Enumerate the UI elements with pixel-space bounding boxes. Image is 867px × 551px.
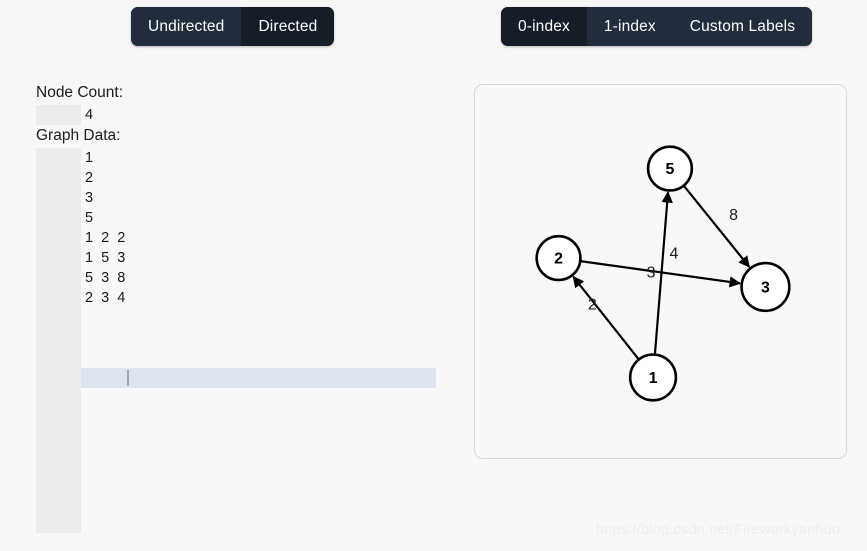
index-toggle-custom-labels[interactable]: Custom Labels <box>672 7 813 46</box>
node-count-code-area[interactable]: 4 <box>81 105 436 125</box>
index-mode-toggle-group: 0-index 1-index Custom Labels <box>501 7 813 46</box>
node-count-input[interactable]: 4 <box>36 105 436 125</box>
graph-node-label: 5 <box>666 161 675 178</box>
code-line: 5 3 8 <box>85 270 126 286</box>
graph-node-label: 1 <box>649 370 658 387</box>
graph-node[interactable]: 1 <box>628 353 678 402</box>
graph-node-label: 3 <box>761 279 770 296</box>
graph-edge <box>683 185 751 268</box>
edge-weight-label: 4 <box>669 246 678 263</box>
graph-canvas[interactable]: 2438 5231 <box>475 85 846 458</box>
graph-data-code-area[interactable]: 1 2 3 5 1 2 2 1 5 3 5 3 8 2 3 4 <box>81 148 436 533</box>
graph-mode-toggle-group: Undirected Directed <box>131 7 335 46</box>
code-line: 1 5 3 <box>85 250 126 266</box>
input-pane: Node Count: 4 Graph Data: 1 2 3 5 1 2 2 1 5 3… <box>36 82 436 533</box>
mode-toggle-directed[interactable]: Directed <box>241 7 335 46</box>
graph-data-label: Graph Data: <box>36 127 121 144</box>
active-line-highlight <box>81 368 436 388</box>
edge-weight-label: 2 <box>588 296 597 313</box>
index-toggle-1-index[interactable]: 1-index <box>586 7 673 46</box>
app-root: Undirected Directed 0-index 1-index Cust… <box>0 0 867 551</box>
code-line: 1 <box>85 150 94 166</box>
code-line: 3 <box>85 190 94 206</box>
graph-data-lines: 1 2 3 5 1 2 2 1 5 3 5 3 8 2 3 4 <box>85 148 436 308</box>
node-count-gutter <box>36 105 81 125</box>
code-line: 1 2 2 <box>85 230 126 246</box>
graph-data-input[interactable]: 1 2 3 5 1 2 2 1 5 3 5 3 8 2 3 4 <box>36 148 436 533</box>
graph-node-label: 2 <box>554 251 563 268</box>
code-line: 5 <box>85 210 94 226</box>
graph-node[interactable]: 5 <box>646 145 694 192</box>
node-count-value: 4 <box>85 107 94 123</box>
index-toggle-0-index[interactable]: 0-index <box>501 7 587 46</box>
graph-edge <box>572 275 640 360</box>
text-caret <box>127 370 129 386</box>
graph-data-gutter <box>36 148 81 533</box>
watermark: https://blog.csdn.net/Fireworkyanhuo <box>596 522 841 538</box>
code-line: 2 <box>85 170 94 186</box>
graph-node[interactable]: 2 <box>535 234 582 282</box>
code-line: 2 3 4 <box>85 290 126 306</box>
graph-node[interactable]: 3 <box>740 261 791 313</box>
edge-weight-label: 8 <box>729 207 738 224</box>
edges-layer <box>572 185 751 360</box>
mode-toggle-undirected[interactable]: Undirected <box>131 7 242 46</box>
graph-visualization-panel[interactable]: 2438 5231 <box>474 84 847 459</box>
node-count-label: Node Count: <box>36 84 124 101</box>
edge-weight-label: 3 <box>647 264 656 281</box>
